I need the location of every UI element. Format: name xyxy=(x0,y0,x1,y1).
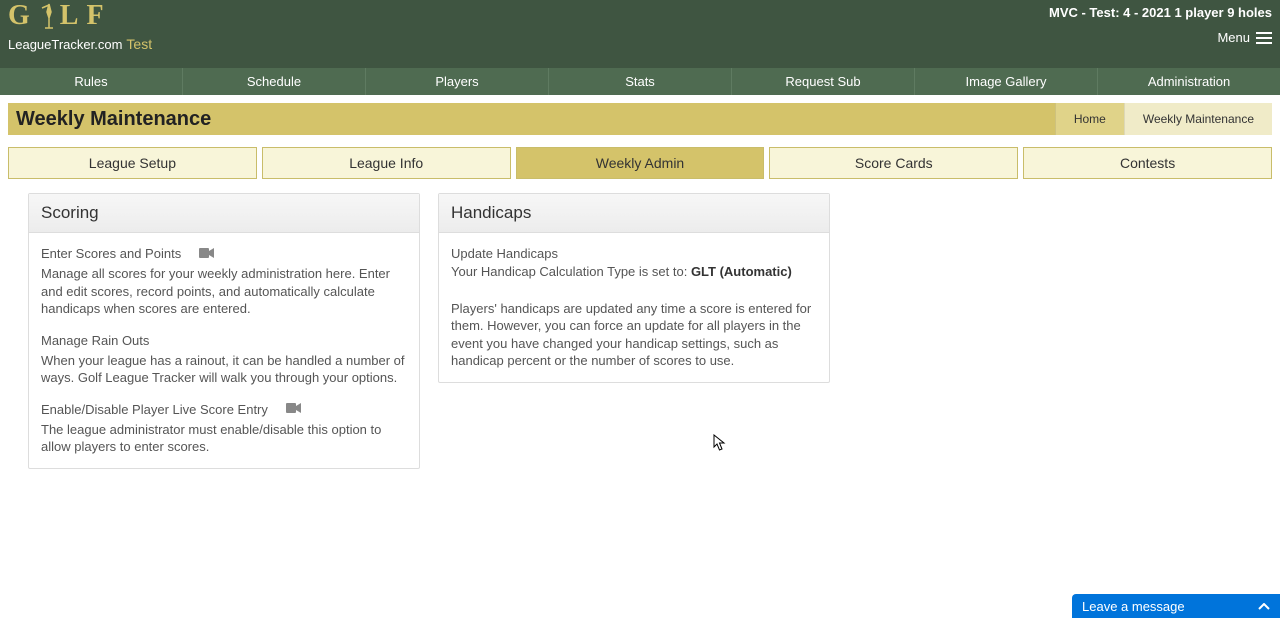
nav-rules[interactable]: Rules xyxy=(0,68,182,95)
handicaps-panel-title: Handicaps xyxy=(439,194,829,233)
logo-subtitle: LeagueTracker.comTest xyxy=(8,36,152,52)
nav-players[interactable]: Players xyxy=(365,68,548,95)
enter-scores-desc: Manage all scores for your weekly admini… xyxy=(41,265,407,318)
nav-administration[interactable]: Administration xyxy=(1097,68,1280,95)
main-nav: Rules Schedule Players Stats Request Sub… xyxy=(0,68,1280,95)
logo-word: GLF xyxy=(8,2,152,30)
page-title: Weekly Maintenance xyxy=(8,108,211,131)
admin-tabs: League Setup League Info Weekly Admin Sc… xyxy=(0,135,1280,179)
crumb-weekly-maintenance[interactable]: Weekly Maintenance xyxy=(1124,103,1272,135)
live-score-entry-link[interactable]: Enable/Disable Player Live Score Entry xyxy=(41,402,268,417)
session-label: MVC - Test: 4 - 2021 1 player 9 holes xyxy=(1049,5,1272,20)
tab-contests[interactable]: Contests xyxy=(1023,147,1272,179)
handicap-calc-value: GLT (Automatic) xyxy=(691,264,792,279)
panels-row: Scoring Enter Scores and Points Manage a… xyxy=(0,179,1280,483)
menu-label: Menu xyxy=(1217,30,1250,45)
menu-button[interactable]: Menu xyxy=(1049,30,1272,45)
golfer-icon xyxy=(38,2,60,30)
scoring-panel-title: Scoring xyxy=(29,194,419,233)
chat-label: Leave a message xyxy=(1082,599,1185,614)
tab-league-info[interactable]: League Info xyxy=(262,147,511,179)
chat-widget[interactable]: Leave a message xyxy=(1072,594,1280,618)
handicap-calc-prefix: Your Handicap Calculation Type is set to… xyxy=(451,264,691,279)
app-header: GLF LeagueTracker.comTest MVC - Test: 4 … xyxy=(0,0,1280,68)
handicap-note: Players' handicaps are updated any time … xyxy=(451,300,817,370)
tab-score-cards[interactable]: Score Cards xyxy=(769,147,1018,179)
manage-rainouts-link[interactable]: Manage Rain Outs xyxy=(41,333,149,348)
enter-scores-link[interactable]: Enter Scores and Points xyxy=(41,246,181,261)
tab-weekly-admin[interactable]: Weekly Admin xyxy=(516,147,765,179)
nav-image-gallery[interactable]: Image Gallery xyxy=(914,68,1097,95)
scoring-panel-body: Enter Scores and Points Manage all score… xyxy=(29,233,419,468)
logo[interactable]: GLF LeagueTracker.comTest xyxy=(8,2,152,52)
header-right: MVC - Test: 4 - 2021 1 player 9 holes Me… xyxy=(1049,5,1272,45)
handicap-calc-line: Your Handicap Calculation Type is set to… xyxy=(451,263,817,281)
video-camera-icon[interactable] xyxy=(286,401,302,419)
handicaps-panel: Handicaps Update Handicaps Your Handicap… xyxy=(438,193,830,383)
tab-league-setup[interactable]: League Setup xyxy=(8,147,257,179)
manage-rainouts-desc: When your league has a rainout, it can b… xyxy=(41,352,407,387)
update-handicaps-link[interactable]: Update Handicaps xyxy=(451,246,558,261)
nav-schedule[interactable]: Schedule xyxy=(182,68,365,95)
breadcrumb: Home Weekly Maintenance xyxy=(1055,103,1272,135)
logo-env: Test xyxy=(126,36,152,52)
video-camera-icon[interactable] xyxy=(199,246,215,264)
nav-stats[interactable]: Stats xyxy=(548,68,731,95)
chevron-up-icon xyxy=(1258,599,1270,614)
nav-request-sub[interactable]: Request Sub xyxy=(731,68,914,95)
title-bar: Weekly Maintenance Home Weekly Maintenan… xyxy=(8,103,1272,135)
scoring-panel: Scoring Enter Scores and Points Manage a… xyxy=(28,193,420,469)
hamburger-icon xyxy=(1256,32,1272,44)
live-score-entry-desc: The league administrator must enable/dis… xyxy=(41,421,407,456)
handicaps-panel-body: Update Handicaps Your Handicap Calculati… xyxy=(439,233,829,382)
crumb-home[interactable]: Home xyxy=(1055,103,1124,135)
